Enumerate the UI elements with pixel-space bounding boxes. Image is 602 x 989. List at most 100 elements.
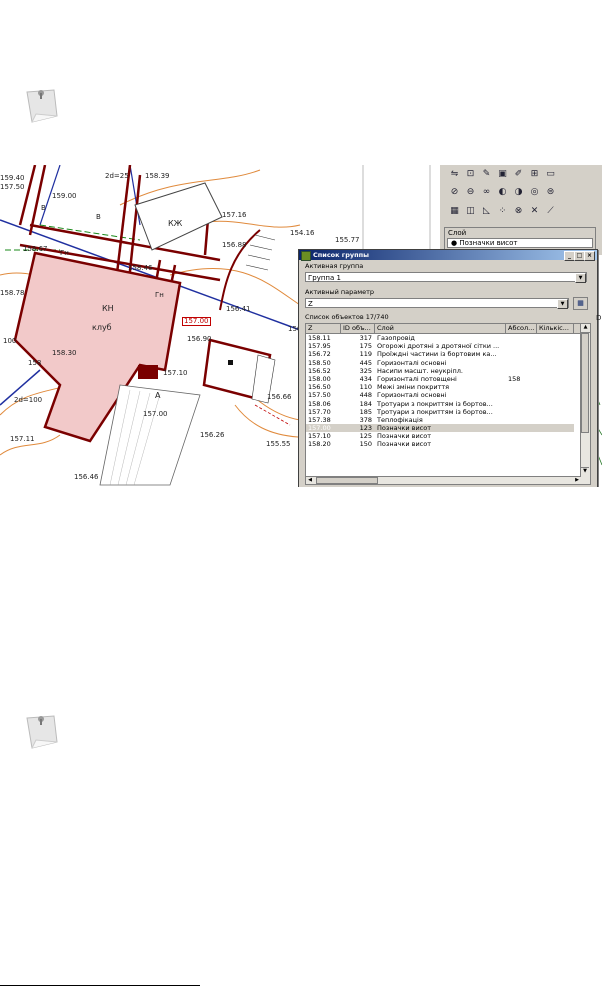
dialog-title: Список группы xyxy=(313,251,369,259)
tool-icon[interactable]: ✐ xyxy=(512,168,525,181)
table-cell: 185 xyxy=(359,407,372,416)
tool-icon[interactable]: ◐ xyxy=(496,186,509,199)
tool-icon[interactable]: ⊖ xyxy=(464,186,477,199)
elevation-label: 158.78 xyxy=(0,289,25,297)
elevation-label: 156.41 xyxy=(226,305,251,313)
layer-panel-title: Слой xyxy=(448,229,467,237)
table-cell xyxy=(537,432,574,440)
active-group-label: Активная группа xyxy=(305,262,364,270)
table-icon[interactable]: ▦ xyxy=(573,297,588,310)
table-cell: 156.52 xyxy=(308,366,331,375)
tool-icon[interactable]: ▦ xyxy=(448,205,461,218)
table-row[interactable]: 158.20 150 Позначки висот xyxy=(306,440,590,448)
elevation-label: 154.16 xyxy=(290,229,315,237)
footnote-rule xyxy=(0,985,200,986)
building-code: КН xyxy=(102,304,114,313)
tool-icon[interactable]: ▭ xyxy=(544,168,557,181)
scroll-down-icon[interactable]: ▼ xyxy=(581,467,589,476)
elevation-label: 156.26 xyxy=(200,431,225,439)
column-header[interactable]: Z xyxy=(306,324,341,333)
table-cell xyxy=(506,359,537,367)
elevation-label: 156.88 xyxy=(222,241,247,249)
scroll-thumb[interactable] xyxy=(316,477,378,484)
table-cell xyxy=(537,383,574,391)
map-letter: А xyxy=(155,391,161,400)
tool-icon[interactable]: ◫ xyxy=(464,205,477,218)
tool-icon[interactable]: ◎ xyxy=(528,186,541,199)
tool-icon[interactable]: ⊞ xyxy=(528,168,541,181)
elevation-label: 157.16 xyxy=(222,211,247,219)
scroll-up-icon[interactable]: ▲ xyxy=(581,324,590,333)
horizontal-scrollbar[interactable]: ◀ ▶ xyxy=(306,476,581,484)
table-row[interactable]: 156.72 119 Проїждні частини із бортовим ка… xyxy=(306,350,590,358)
active-param-select[interactable]: Z ▼ xyxy=(305,298,569,309)
table-row[interactable]: 156.52 325 Насипи масшт. неукріпл. xyxy=(306,367,590,375)
table-row[interactable]: 157.10 125 Позначки висот xyxy=(306,432,590,440)
tool-icon[interactable]: ⊘ xyxy=(448,186,461,199)
table-cell xyxy=(506,408,537,416)
tool-icon[interactable]: ⇋ xyxy=(448,168,461,181)
table-cell: Теплофікація xyxy=(377,415,423,424)
elevation-label: 157.50 xyxy=(0,183,25,191)
scroll-right-icon[interactable]: ▶ xyxy=(573,477,581,483)
object-list-label: Список объектов 17/740 xyxy=(305,313,389,321)
tool-icon[interactable]: ⁘ xyxy=(496,205,509,218)
chevron-down-icon[interactable]: ▼ xyxy=(557,299,568,309)
close-button[interactable]: × xyxy=(584,251,595,261)
table-row[interactable]: 157.38 378 Теплофікація xyxy=(306,416,590,424)
table-row[interactable]: 156.50 110 Межі зміни покриття xyxy=(306,383,590,391)
tool-icon[interactable]: ⊜ xyxy=(544,186,557,199)
table-cell xyxy=(537,400,574,408)
table-row[interactable]: 158.50 445 Горизонталі основні xyxy=(306,359,590,367)
layer-item[interactable]: ● Позначки висот xyxy=(447,238,593,248)
screenshot-figure: 159.40 157.50 159.00 158.39 157.16 156.8… xyxy=(0,165,602,487)
table-cell: Насипи масшт. неукріпл. xyxy=(377,366,463,375)
column-header[interactable]: Абсол... xyxy=(506,324,537,333)
table-row[interactable]: 158.11 317 Газопровід xyxy=(306,334,590,342)
table-cell xyxy=(506,432,537,440)
tool-icon[interactable]: ∞ xyxy=(480,186,493,199)
tool-icon[interactable]: ✕ xyxy=(528,205,541,218)
tool-icon[interactable]: ⊗ xyxy=(512,205,525,218)
note-icon xyxy=(24,86,60,124)
scroll-left-icon[interactable]: ◀ xyxy=(306,477,314,483)
chevron-down-icon[interactable]: ▼ xyxy=(575,273,586,283)
table-row[interactable]: 157.95 175 Огорожі дротяні з дротяної сітк… xyxy=(306,342,590,350)
column-header[interactable]: Кількіс... xyxy=(537,324,574,333)
highlighted-elevation[interactable]: 157.00 xyxy=(182,317,211,326)
table-cell: 157.50 xyxy=(308,391,331,400)
active-group-select[interactable]: Группа 1 ▼ xyxy=(305,272,587,283)
column-header[interactable]: Слой xyxy=(375,324,506,333)
table-cell: Позначки висот xyxy=(377,440,432,449)
scroll-thumb[interactable] xyxy=(581,333,589,433)
table-row[interactable]: 157.70 185 Тротуари з покриттям із бортов.… xyxy=(306,408,590,416)
table-cell: 157.38 xyxy=(308,415,331,424)
pipe-label: Гн xyxy=(60,249,69,257)
table-cell: 448 xyxy=(359,391,372,400)
tool-icon[interactable]: ⟋ xyxy=(544,205,557,218)
table-cell xyxy=(506,350,537,358)
elevation-label: 158.30 xyxy=(52,349,77,357)
table-row[interactable]: 157.00 123 Позначки висот xyxy=(306,424,590,433)
table-cell: 184 xyxy=(359,399,372,408)
table-cell xyxy=(506,383,537,391)
column-header[interactable]: ID объ... xyxy=(341,324,375,333)
elevation-label: 158.39 xyxy=(145,172,170,180)
note-icon xyxy=(24,712,60,750)
table-row[interactable]: 157.50 448 Горизонталі основні xyxy=(306,391,590,399)
table-cell: Горизонталі основні xyxy=(377,358,447,367)
building-label: клуб xyxy=(92,323,112,332)
elevation-label: 158.67 xyxy=(23,245,48,253)
tool-icon[interactable]: ⊡ xyxy=(464,168,477,181)
tool-icon[interactable]: ▣ xyxy=(496,168,509,181)
table-cell xyxy=(506,367,537,375)
tool-icon[interactable]: ◑ xyxy=(512,186,525,199)
table-row[interactable]: 158.06 184 Тротуари з покриттям із бортов.… xyxy=(306,400,590,408)
tool-icon[interactable]: ◺ xyxy=(480,205,493,218)
table-row[interactable]: 158.00 434 Горизонталі потовщені 158 xyxy=(306,375,590,383)
table-cell xyxy=(506,334,537,342)
elevation-label: 157.11 xyxy=(10,435,35,443)
pencil-icon[interactable]: ✎ xyxy=(480,168,493,181)
vertical-scrollbar[interactable]: ▲ ▼ xyxy=(580,324,590,484)
dialog-titlebar[interactable]: Список группы _ □ × xyxy=(299,250,597,261)
